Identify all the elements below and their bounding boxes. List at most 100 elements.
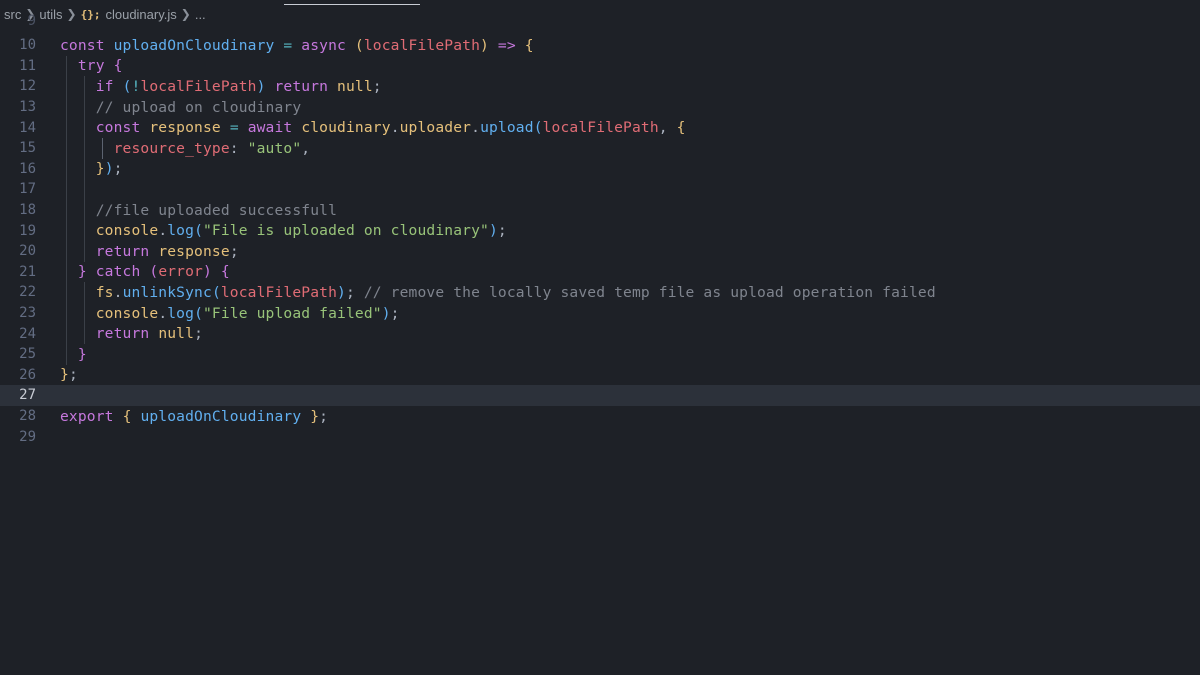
code-token: //file uploaded successfull xyxy=(95,201,338,219)
code-token: } xyxy=(60,366,69,384)
code-line[interactable]: 22 fs.unlinkSync(localFilePath); // remo… xyxy=(0,282,1200,303)
code-line[interactable]: 25 } xyxy=(0,344,1200,365)
code-token: resource_type xyxy=(113,139,230,157)
code-token: ) xyxy=(480,36,489,54)
code-line[interactable]: 29 xyxy=(0,426,1200,447)
code-token: : xyxy=(229,139,248,157)
line-number: 27 xyxy=(19,387,36,404)
line-number: 29 xyxy=(19,428,36,445)
breadcrumb-item-symbols[interactable]: ... xyxy=(195,7,206,22)
code-line[interactable]: 10 const uploadOnCloudinary = async (loca… xyxy=(0,35,1200,56)
code-token: . xyxy=(390,119,400,137)
code-token: fs xyxy=(95,283,114,301)
chevron-right-icon: ❯ xyxy=(66,7,77,21)
code-token: ; xyxy=(68,366,78,384)
code-token: log xyxy=(167,222,195,240)
code-text: try { xyxy=(60,57,123,74)
code-line[interactable]: 11 try { xyxy=(0,56,1200,77)
code-token: const xyxy=(60,36,114,54)
line-number: 21 xyxy=(19,263,36,280)
code-token: "auto" xyxy=(247,139,302,157)
line-number: 11 xyxy=(19,57,36,74)
code-token: export xyxy=(60,407,123,425)
code-token: null xyxy=(158,325,195,343)
code-line[interactable]: 14 const response = await cloudinary.upl… xyxy=(0,117,1200,138)
code-line[interactable]: 19 console.log("File is uploaded on clou… xyxy=(0,220,1200,241)
code-token: uploadOnCloudinary xyxy=(113,36,275,54)
code-token: ; xyxy=(229,242,239,260)
code-token: ( xyxy=(354,36,364,54)
code-token: { xyxy=(524,36,534,54)
code-line[interactable]: 15 resource_type: "auto", xyxy=(0,138,1200,159)
code-token: upload xyxy=(480,119,534,137)
code-token: ( xyxy=(533,119,543,137)
line-number: 25 xyxy=(19,346,36,363)
code-token: ; xyxy=(113,160,123,178)
line-number: 12 xyxy=(19,78,36,95)
code-token: } xyxy=(77,345,87,363)
breadcrumb-item-file[interactable]: cloudinary.js xyxy=(105,7,176,22)
code-token: } xyxy=(95,160,105,178)
code-line[interactable]: 27 xyxy=(0,385,1200,406)
code-token: ) xyxy=(104,160,114,178)
code-line[interactable]: 18 //file uploaded successfull xyxy=(0,200,1200,221)
code-token: error xyxy=(158,263,203,281)
code-text: const uploadOnCloudinary = async (localF… xyxy=(60,37,534,54)
code-text: }); xyxy=(60,160,123,177)
code-line[interactable]: 23 console.log("File upload failed"); xyxy=(0,303,1200,324)
code-token: localFilePath xyxy=(363,36,481,54)
code-token: if xyxy=(95,77,123,95)
code-token: ) xyxy=(256,77,266,95)
code-token: unlinkSync xyxy=(122,283,212,301)
code-line[interactable]: 24 return null; xyxy=(0,323,1200,344)
code-token: ) xyxy=(203,263,212,281)
code-token: console xyxy=(95,304,159,322)
line-number: 15 xyxy=(19,140,36,157)
chevron-right-icon: ❯ xyxy=(180,7,191,21)
code-text: } catch (error) { xyxy=(60,263,230,280)
code-token: . xyxy=(113,283,123,301)
code-line[interactable]: 16 }); xyxy=(0,159,1200,180)
indent-guide xyxy=(84,76,85,262)
code-line[interactable]: 12 if (!localFilePath) return null; xyxy=(0,76,1200,97)
code-token: { xyxy=(220,263,230,281)
line-number: 13 xyxy=(19,99,36,116)
code-text: resource_type: "auto", xyxy=(60,140,310,157)
code-text: fs.unlinkSync(localFilePath); // remove … xyxy=(60,284,936,301)
code-token: . xyxy=(471,119,481,137)
code-line[interactable]: 28 export { uploadOnCloudinary }; xyxy=(0,406,1200,427)
code-line[interactable]: 21 } catch (error) { xyxy=(0,262,1200,283)
breadcrumb-item-utils[interactable]: utils xyxy=(39,7,62,22)
code-token: ( xyxy=(211,283,221,301)
code-text: console.log("File upload failed"); xyxy=(60,305,400,322)
code-token: { xyxy=(676,119,686,137)
code-token: { xyxy=(122,407,132,425)
code-token: { xyxy=(113,57,123,75)
code-token: ; xyxy=(194,325,203,343)
code-token: "File upload failed" xyxy=(203,304,382,322)
line-number: 14 xyxy=(19,119,36,136)
code-token: ; xyxy=(319,407,329,425)
code-token: response xyxy=(158,242,230,260)
breadcrumb: src ❯ utils ❯ {}; cloudinary.js ❯ ... xyxy=(0,0,1200,28)
code-token: } xyxy=(77,263,87,281)
code-token: localFilePath xyxy=(542,119,659,137)
code-token: console xyxy=(95,222,159,240)
code-line[interactable]: 26}; xyxy=(0,365,1200,386)
code-line[interactable]: 13 // upload on cloudinary xyxy=(0,97,1200,118)
code-line[interactable]: 20 return response; xyxy=(0,241,1200,262)
code-token: null xyxy=(337,77,373,95)
code-editor[interactable]: 9 10 const uploadOnCloudinary = async (lo… xyxy=(0,13,1200,675)
code-token: cloudinary xyxy=(301,119,391,137)
code-token: catch xyxy=(95,263,150,281)
line-number: 16 xyxy=(19,160,36,177)
code-line[interactable]: 17 xyxy=(0,179,1200,200)
indent-guide xyxy=(102,138,103,159)
